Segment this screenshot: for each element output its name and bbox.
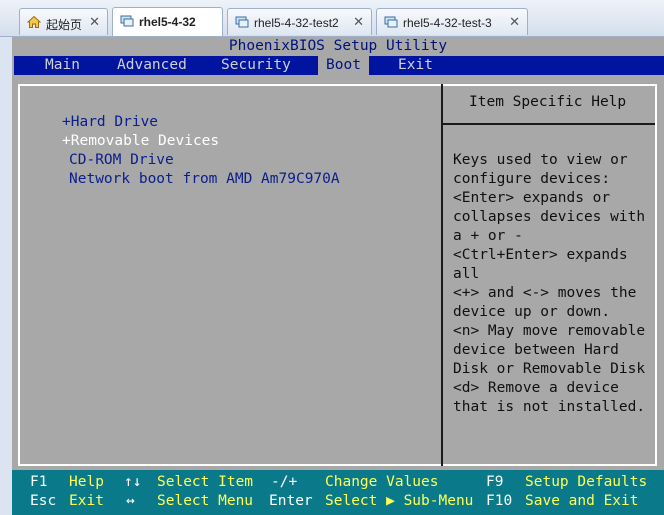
help-title: Item Specific Help bbox=[469, 94, 627, 110]
help-line: Disk or Removable Disk bbox=[453, 361, 646, 377]
vm-icon bbox=[384, 16, 398, 28]
close-icon[interactable]: ✕ bbox=[89, 14, 100, 30]
boot-item-removable-devices[interactable]: +Removable Devices bbox=[62, 133, 219, 149]
action-exit: Exit bbox=[69, 493, 104, 509]
help-title-divider bbox=[443, 123, 655, 125]
bios-screen[interactable]: PhoenixBIOS Setup Utility Main Advanced … bbox=[12, 37, 664, 515]
menu-advanced[interactable]: Advanced bbox=[117, 56, 187, 75]
key-f10: F10 bbox=[486, 493, 513, 509]
action-select-sub-menu: Select ▶ Sub-Menu bbox=[325, 493, 474, 509]
key-enter: Enter bbox=[269, 493, 313, 509]
help-line: collapses devices with bbox=[453, 209, 646, 225]
key-up-down: ↑↓ bbox=[124, 474, 142, 490]
action-setup-defaults: Setup Defaults bbox=[525, 474, 648, 490]
tab-label: 起始页 bbox=[46, 18, 83, 32]
tab-rhel5-4-32-test2[interactable]: rhel5-4-32-test2 ✕ bbox=[227, 8, 372, 35]
bios-menu-bar: Main Advanced Security Boot Exit bbox=[14, 56, 664, 75]
tab-home[interactable]: 起始页 ✕ bbox=[19, 8, 108, 35]
menu-main[interactable]: Main bbox=[45, 56, 80, 75]
action-change-values: Change Values bbox=[325, 474, 439, 490]
help-line: <d> Remove a device bbox=[453, 380, 619, 396]
boot-item-network-boot[interactable]: Network boot from AMD Am79C970A bbox=[69, 171, 340, 187]
action-select-menu: Select Menu bbox=[157, 493, 254, 509]
key-f1: F1 bbox=[30, 474, 48, 490]
key-esc: Esc bbox=[30, 493, 57, 509]
action-select-item: Select Item bbox=[157, 474, 254, 490]
key-left-right: ↔ bbox=[126, 493, 135, 509]
tab-label: rhel5-4-32-test2 bbox=[254, 16, 339, 30]
boot-item-hard-drive[interactable]: +Hard Drive bbox=[62, 114, 158, 130]
close-icon[interactable]: ✕ bbox=[509, 14, 520, 30]
menu-boot[interactable]: Boot bbox=[318, 56, 369, 75]
panel-divider bbox=[441, 84, 443, 466]
help-line: <Ctrl+Enter> expands bbox=[453, 247, 628, 263]
home-icon bbox=[27, 15, 41, 28]
help-line: configure devices: bbox=[453, 171, 611, 187]
help-line: <Enter> expands or bbox=[453, 190, 611, 206]
help-line: Keys used to view or bbox=[453, 152, 628, 168]
help-line: that is not installed. bbox=[453, 399, 646, 415]
close-icon[interactable]: ✕ bbox=[353, 14, 364, 30]
key-legend-bar: F1 Help ↑↓ Select Item -/+ Change Values… bbox=[12, 470, 664, 515]
action-help: Help bbox=[69, 474, 104, 490]
key-f9: F9 bbox=[486, 474, 504, 490]
help-line: all bbox=[453, 266, 480, 282]
vm-icon bbox=[235, 16, 249, 28]
boot-item-cdrom-drive[interactable]: CD-ROM Drive bbox=[69, 152, 174, 168]
help-line: <n> May move removable bbox=[453, 323, 646, 339]
vm-icon bbox=[120, 15, 134, 27]
menu-security[interactable]: Security bbox=[221, 56, 291, 75]
bios-title: PhoenixBIOS Setup Utility bbox=[12, 37, 664, 56]
help-line: a + or - bbox=[453, 228, 523, 244]
tab-rhel5-4-32[interactable]: rhel5-4-32 bbox=[112, 7, 223, 36]
tab-rhel5-4-32-test-3[interactable]: rhel5-4-32-test-3 ✕ bbox=[376, 8, 528, 35]
help-line: <+> and <-> moves the bbox=[453, 285, 637, 301]
tab-label: rhel5-4-32-test-3 bbox=[403, 16, 492, 30]
menu-exit[interactable]: Exit bbox=[398, 56, 433, 75]
tab-label: rhel5-4-32 bbox=[139, 15, 196, 29]
help-line: device between Hard bbox=[453, 342, 619, 358]
key-minus-plus: -/+ bbox=[271, 474, 298, 490]
tab-bar: 起始页 ✕ rhel5-4-32 rhel5-4-32-test2 ✕ rhel… bbox=[0, 0, 664, 37]
action-save-and-exit: Save and Exit bbox=[525, 493, 639, 509]
help-line: device up or down. bbox=[453, 304, 611, 320]
